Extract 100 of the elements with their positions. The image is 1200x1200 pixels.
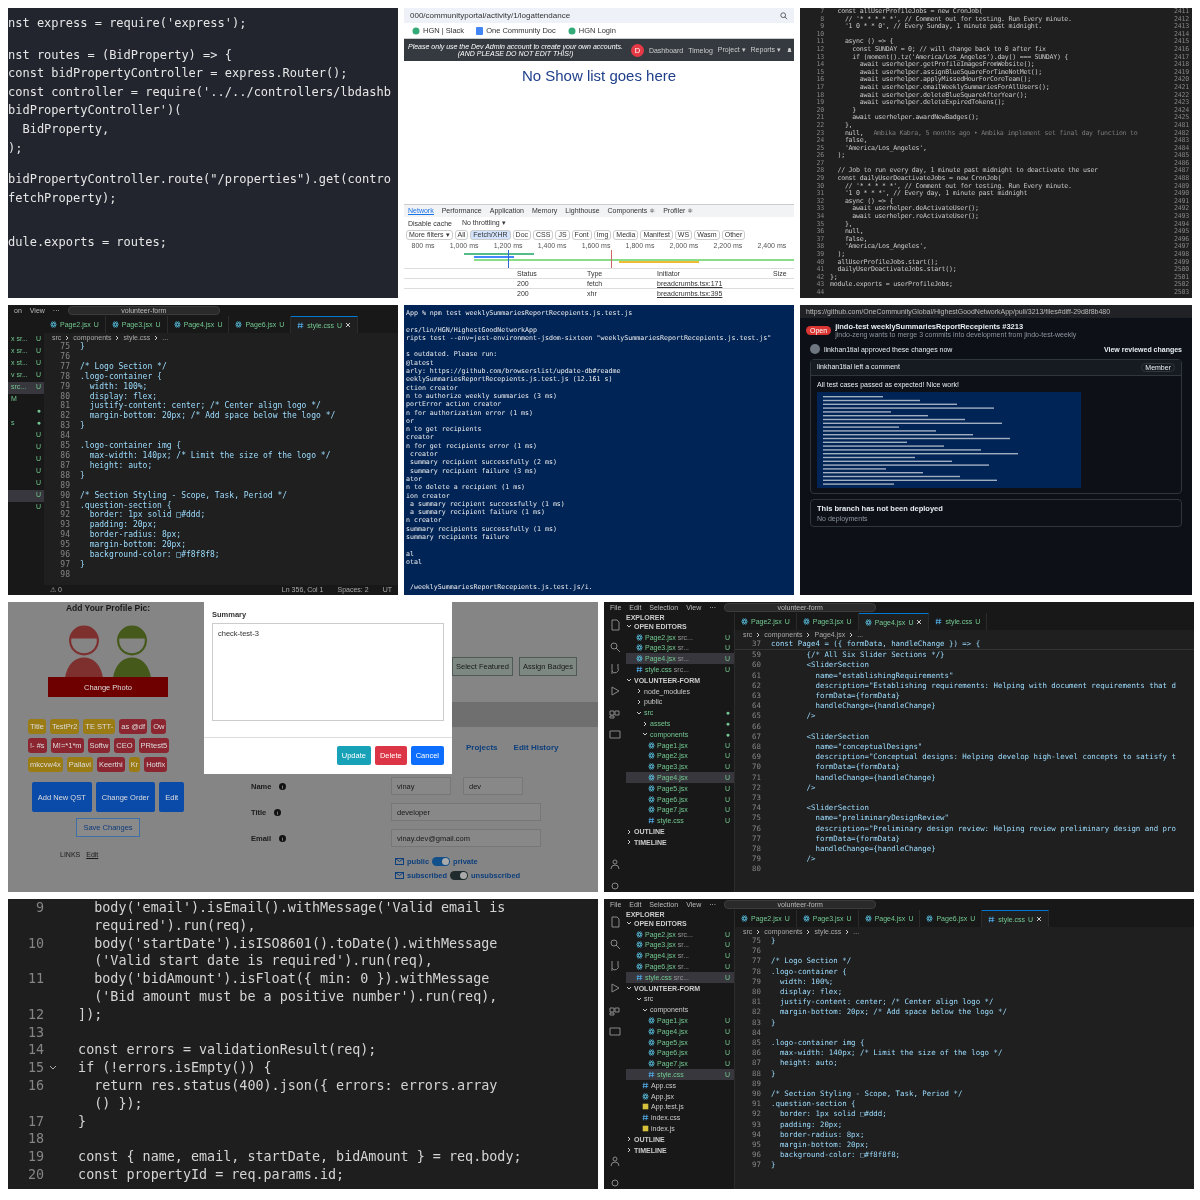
section-title: Add Your Profile Pic: bbox=[65, 603, 151, 613]
search-icon[interactable] bbox=[609, 938, 621, 950]
line-number: 89 bbox=[59, 480, 71, 491]
code-line: ('Bid amount must be a positive number').run(req), bbox=[93, 988, 498, 1006]
code-line: width: 100%; bbox=[88, 381, 148, 392]
hash-icon bbox=[988, 915, 996, 923]
code-line: max-width: 140px; /* Limit the size of the logo */ bbox=[88, 450, 331, 461]
hash-icon bbox=[636, 666, 643, 674]
branch-icon[interactable] bbox=[609, 960, 621, 972]
close-icon[interactable] bbox=[916, 619, 923, 625]
hash-icon bbox=[636, 973, 643, 981]
code-line: .question-section { bbox=[80, 500, 172, 511]
code-line: bidPropertyController')( bbox=[8, 102, 182, 120]
line-number: 76 bbox=[59, 351, 71, 362]
code-line: padding: 20px; bbox=[88, 520, 158, 530]
line-number: 10 bbox=[26, 934, 45, 953]
code-line: /* Section Styling - Scope, Task, Period */ bbox=[80, 490, 288, 501]
line-number: 18 bbox=[26, 1130, 45, 1149]
account-icon[interactable] bbox=[609, 1155, 621, 1167]
code-line: } bbox=[80, 342, 85, 352]
line-number: 90 bbox=[59, 490, 71, 501]
line-number: 98 bbox=[59, 569, 71, 580]
document-icon bbox=[476, 26, 484, 35]
hash-icon bbox=[935, 618, 943, 625]
code-line: const controller = require('../../controllers/lbdashb bbox=[8, 83, 391, 101]
code-line: body('email').isEmail().withMessage('Valid email is bbox=[93, 899, 506, 917]
code-line: .logo-container img { bbox=[80, 441, 182, 451]
line-number: 81 bbox=[59, 401, 71, 411]
line-number: 16 bbox=[26, 1076, 45, 1095]
react-icon bbox=[642, 1092, 649, 1100]
code-line: ); bbox=[8, 139, 23, 157]
hash-icon bbox=[648, 817, 655, 825]
line-number: 86 bbox=[59, 450, 71, 461]
code-line: body('bidAmount').isFloat({ min: 0 }).withMessage bbox=[93, 970, 490, 988]
line-number: 19 bbox=[26, 1148, 45, 1166]
toggle-switch[interactable] bbox=[450, 871, 468, 880]
line-number: 88 bbox=[59, 470, 71, 481]
extensions-icon[interactable] bbox=[609, 1004, 621, 1016]
line-number: 11 bbox=[26, 970, 45, 988]
search-icon[interactable] bbox=[609, 641, 621, 653]
code-line: /* Logo Section */ bbox=[80, 361, 167, 372]
chevron-icon bbox=[755, 928, 762, 935]
code-line: dule.exports = routes; bbox=[8, 234, 167, 252]
envelope-icon bbox=[395, 858, 404, 865]
extensions-icon[interactable] bbox=[609, 707, 621, 719]
code-line: display: flex; bbox=[88, 391, 158, 402]
code-line: justify-content: center; /* Center align logo */ bbox=[88, 401, 321, 412]
files-icon[interactable] bbox=[609, 916, 621, 928]
code-line: bidPropertyController.route("/properties").get(contro bbox=[8, 171, 391, 189]
line-number: 12 bbox=[26, 1005, 45, 1024]
toggle-switch[interactable] bbox=[432, 857, 451, 866]
zoom-icon[interactable] bbox=[780, 11, 788, 20]
globe-icon bbox=[412, 26, 420, 35]
line-number: 17 bbox=[26, 1112, 45, 1131]
react-icon bbox=[864, 618, 872, 626]
info-icon[interactable] bbox=[279, 782, 287, 790]
line-number: 93 bbox=[59, 520, 71, 530]
account-icon[interactable] bbox=[609, 858, 621, 870]
code-line: border-radius: 8px; bbox=[88, 530, 182, 540]
line-number: 85 bbox=[59, 441, 71, 451]
code-line: } bbox=[80, 421, 85, 432]
chevron-icon bbox=[64, 334, 71, 341]
line-number: 82 bbox=[59, 411, 71, 421]
code-line: const propertyId = req.params.id; bbox=[77, 1165, 345, 1184]
bell-icon[interactable] bbox=[786, 46, 793, 54]
line-number: 91 bbox=[59, 500, 71, 510]
react-icon bbox=[173, 321, 181, 328]
code-line: const errors = validationResult(req); bbox=[77, 1041, 377, 1060]
envelope-icon bbox=[395, 872, 404, 879]
code-line: ]); bbox=[77, 1005, 103, 1024]
chevron-icon bbox=[848, 631, 855, 638]
line-number: 77 bbox=[59, 361, 71, 372]
globe-icon bbox=[567, 26, 576, 35]
code-line: fetchProperty); bbox=[8, 189, 117, 207]
line-number: 75 bbox=[59, 342, 71, 352]
code-line: nst express = require('express'); bbox=[8, 15, 247, 32]
hash-icon bbox=[297, 321, 305, 329]
line-number: 96 bbox=[59, 550, 71, 560]
play-icon[interactable] bbox=[609, 982, 621, 994]
code-line: return res.status(400).json({ errors: errors.array bbox=[93, 1076, 498, 1095]
monitor-icon[interactable] bbox=[609, 729, 621, 741]
close-icon[interactable] bbox=[1036, 916, 1043, 922]
code-line: body('startDate').isISO8601().toDate().withMessage bbox=[93, 934, 498, 953]
monitor-icon[interactable] bbox=[609, 1026, 621, 1038]
code-line: margin-bottom: 20px; /* Add space below the logo */ bbox=[88, 411, 336, 422]
react-icon bbox=[50, 321, 57, 328]
react-icon bbox=[741, 915, 748, 922]
line-number: 15 bbox=[26, 1059, 45, 1077]
close-icon[interactable] bbox=[345, 322, 352, 328]
react-icon bbox=[802, 915, 810, 922]
address-bar[interactable]: 000/communityportal/activity/1/logattendance bbox=[404, 8, 794, 23]
files-icon[interactable] bbox=[609, 619, 621, 631]
info-icon[interactable] bbox=[279, 834, 286, 842]
branch-icon[interactable] bbox=[609, 663, 621, 675]
info-icon[interactable] bbox=[274, 808, 282, 816]
code-line: } bbox=[80, 470, 85, 481]
code-line: if (!errors.isEmpty()) { bbox=[77, 1059, 272, 1077]
play-icon[interactable] bbox=[609, 685, 621, 697]
react-icon bbox=[741, 618, 748, 625]
react-icon bbox=[864, 915, 872, 922]
